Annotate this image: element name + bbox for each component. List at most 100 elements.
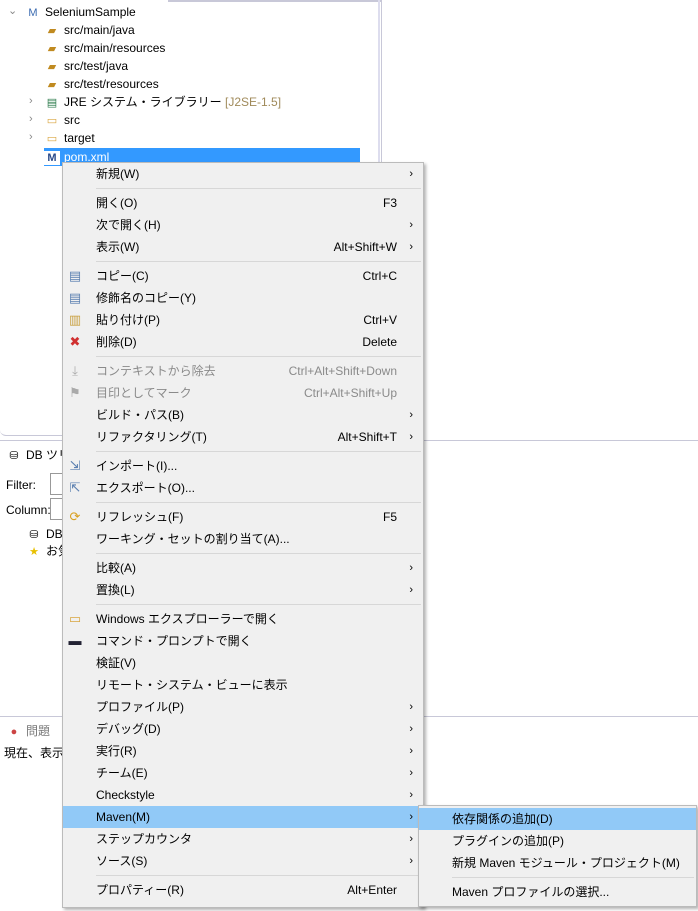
menu-item[interactable]: 開く(O) F3 [63, 192, 423, 214]
db-node[interactable]: ⛁ DB [26, 525, 62, 543]
expand-icon[interactable]: › [29, 131, 39, 143]
menu-item-shortcut: Delete [362, 335, 397, 349]
chevron-right-icon: › [409, 723, 413, 735]
menu-item-label: チーム(E) [96, 766, 148, 780]
chevron-right-icon: › [409, 833, 413, 845]
copy-qualified-icon: ▤ [68, 290, 82, 305]
menu-item-label: 修飾名のコピー(Y) [96, 291, 196, 305]
menu-item-label: コマンド・プロンプトで開く [96, 634, 252, 648]
menu-item-label: 依存関係の追加(D) [452, 812, 553, 826]
label: 問題 [26, 724, 51, 738]
menu-item[interactable]: プラグインの追加(P) [419, 830, 696, 852]
menu-item[interactable]: Checkstyle › [63, 784, 423, 806]
menu-item[interactable]: ▬ コマンド・プロンプトで開く [63, 630, 423, 652]
library-icon: ▤ [46, 96, 58, 109]
menu-item[interactable]: ワーキング・セットの割り当て(A)... [63, 528, 423, 550]
menu-item[interactable]: 置換(L) › [63, 579, 423, 601]
database-icon: ⛁ [9, 449, 19, 462]
menu-item-label: ステップカウンタ [96, 832, 193, 846]
chevron-right-icon: › [409, 745, 413, 757]
remove-context-icon: ⤓ [72, 363, 78, 378]
menu-item[interactable]: ⇱ エクスポート(O)... [63, 477, 423, 499]
menu-item-label: デバッグ(D) [96, 722, 161, 736]
menu-item[interactable]: 検証(V) [63, 652, 423, 674]
folder-icon: ▭ [46, 132, 58, 145]
menu-item[interactable]: ⚑ 目印としてマーク Ctrl+Alt+Shift+Up [63, 382, 423, 404]
menu-item-label: ワーキング・セットの割り当て(A)... [96, 532, 290, 546]
menu-item[interactable]: ▥ 貼り付け(P) Ctrl+V [63, 309, 423, 331]
menu-item[interactable]: 実行(R) › [63, 740, 423, 762]
menu-item[interactable]: 新規(W) › [63, 163, 423, 185]
label: src/main/java [64, 23, 135, 37]
menu-item[interactable]: ▭ Windows エクスプローラーで開く [63, 608, 423, 630]
chevron-right-icon: › [409, 584, 413, 596]
filter-label: Filter: [6, 478, 36, 492]
tree-item[interactable]: ▭ target [44, 129, 95, 147]
menu-item[interactable]: デバッグ(D) › [63, 718, 423, 740]
label: src/test/resources [64, 77, 159, 91]
menu-item[interactable]: ✖ 削除(D) Delete [63, 331, 423, 353]
menu-item-label: Maven プロファイルの選択... [452, 885, 610, 899]
menu-item-label: 開く(O) [96, 196, 138, 210]
refresh-icon: ⟳ [69, 509, 81, 524]
menu-item-label: 実行(R) [96, 744, 137, 758]
tree-item[interactable]: ▰ src/test/resources [44, 75, 159, 93]
menu-separator [63, 872, 423, 879]
menu-item-label: インポート(I)... [96, 459, 178, 473]
tree-item[interactable]: ▭ src [44, 111, 80, 129]
chevron-right-icon: › [409, 562, 413, 574]
label: JRE システム・ライブラリー [64, 95, 222, 109]
package-folder-icon: ▰ [47, 42, 57, 55]
menu-item-label: Maven(M) [96, 810, 151, 824]
menu-item[interactable]: Maven(M) › [63, 806, 423, 828]
menu-item-label: 新規 Maven モジュール・プロジェクト(M) [452, 856, 680, 870]
menu-item[interactable]: プロパティー(R) Alt+Enter [63, 879, 423, 901]
menu-item[interactable]: プロファイル(P) › [63, 696, 423, 718]
mark-icon: ⚑ [69, 385, 81, 400]
tree-project[interactable]: M SeleniumSample [25, 3, 136, 21]
expand-icon[interactable]: › [29, 95, 39, 107]
menu-item[interactable]: ⤓ コンテキストから除去 Ctrl+Alt+Shift+Down [63, 360, 423, 382]
tree-item[interactable]: ▰ src/test/java [44, 57, 128, 75]
menu-item[interactable]: 新規 Maven モジュール・プロジェクト(M) [419, 852, 696, 874]
menu-item[interactable]: ▤ コピー(C) Ctrl+C [63, 265, 423, 287]
menu-item[interactable]: 比較(A) › [63, 557, 423, 579]
menu-item[interactable]: ビルド・パス(B) › [63, 404, 423, 426]
label: src/main/resources [64, 41, 166, 55]
menu-item-shortcut: Alt+Enter [347, 883, 397, 897]
tree-item[interactable]: ▰ src/main/java [44, 21, 135, 39]
package-folder-icon: ▰ [47, 60, 57, 73]
menu-item[interactable]: ▤ 修飾名のコピー(Y) [63, 287, 423, 309]
menu-item[interactable]: 表示(W) Alt+Shift+W › [63, 236, 423, 258]
menu-item[interactable]: チーム(E) › [63, 762, 423, 784]
explorer-icon: ▭ [68, 611, 82, 626]
menu-item[interactable]: ⇲ インポート(I)... [63, 455, 423, 477]
menu-separator [63, 185, 423, 192]
menu-separator [419, 874, 696, 881]
menu-item-label: プラグインの追加(P) [452, 834, 564, 848]
menu-item[interactable]: ステップカウンタ › [63, 828, 423, 850]
problems-icon: ● [10, 725, 18, 738]
menu-item[interactable]: ソース(S) › [63, 850, 423, 872]
menu-item[interactable]: 次で開く(H) › [63, 214, 423, 236]
menu-item[interactable]: リファクタリング(T) Alt+Shift+T › [63, 426, 423, 448]
paste-icon: ▥ [68, 312, 82, 327]
tree-item[interactable]: ▰ src/main/resources [44, 39, 166, 57]
menu-item[interactable]: ⟳ リフレッシュ(F) F5 [63, 506, 423, 528]
menu-item-shortcut: F5 [382, 510, 397, 524]
delete-icon: ✖ [69, 334, 81, 349]
expand-icon[interactable]: ⌄ [8, 4, 18, 17]
package-folder-icon: ▰ [47, 24, 57, 37]
problems-tab[interactable]: ● 問題 [6, 722, 50, 740]
chevron-right-icon: › [409, 767, 413, 779]
menu-item-label: プロパティー(R) [96, 883, 184, 897]
expand-icon[interactable]: › [29, 113, 39, 125]
menu-item[interactable]: リモート・システム・ビューに表示 [63, 674, 423, 696]
menu-item-label: プロファイル(P) [96, 700, 184, 714]
menu-item[interactable]: Maven プロファイルの選択... [419, 881, 696, 903]
tree-item-jre[interactable]: ▤ JRE システム・ライブラリー [J2SE-1.5] [44, 93, 281, 111]
menu-item-label: ソース(S) [96, 854, 148, 868]
jre-version: [J2SE-1.5] [225, 95, 282, 109]
menu-item[interactable]: 依存関係の追加(D) [419, 808, 696, 830]
label: SeleniumSample [45, 5, 136, 19]
